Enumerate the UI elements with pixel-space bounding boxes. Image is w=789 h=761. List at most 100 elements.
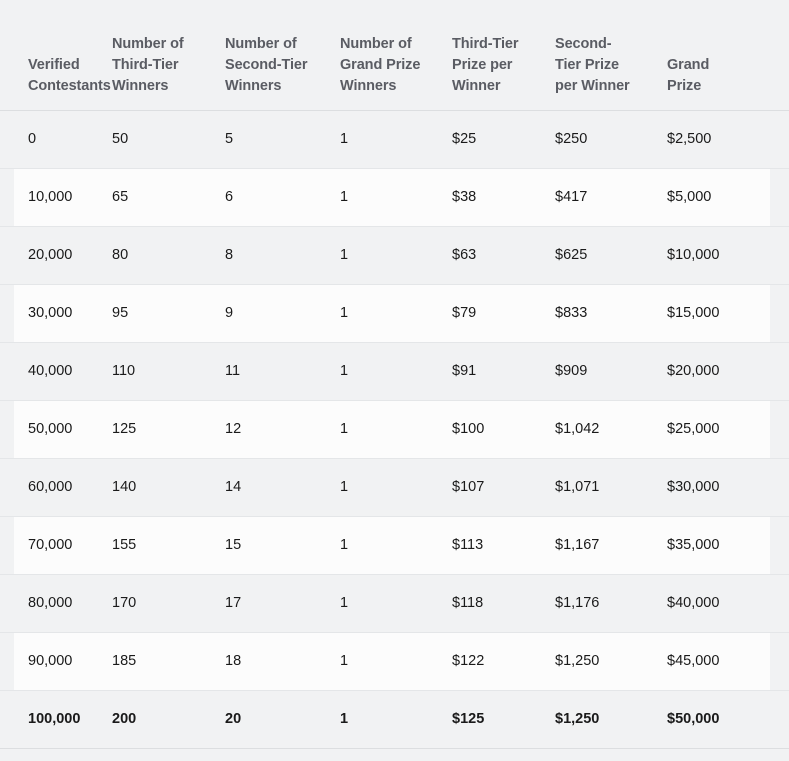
cell-second-tier-winners: 11 (225, 342, 340, 401)
cell-grand-prize: $2,500 (667, 110, 789, 169)
column-header-label: Second- Tier Prize per Winner (555, 35, 630, 94)
cell-grand-prize-winners: 1 (340, 400, 452, 459)
column-header-third-tier-winners: Number of Third-Tier Winners (112, 0, 225, 111)
cell-verified-contestants: 50,000 (0, 400, 112, 459)
cell-third-tier-prize-per-winner: $100 (452, 400, 555, 459)
cell-grand-prize-winners: 1 (340, 284, 452, 343)
column-header-label: Verified Contestants (28, 56, 111, 94)
cell-grand-prize-winners: 1 (340, 632, 452, 691)
cell-third-tier-prize-per-winner: $118 (452, 574, 555, 633)
cell-verified-contestants: 0 (0, 110, 112, 169)
cell-grand-prize: $35,000 (667, 516, 789, 575)
table-row: 0 50 5 1 $25 $250 $2,500 (0, 110, 789, 169)
cell-second-tier-winners: 9 (225, 284, 340, 343)
column-header-second-tier-winners: Number of Second-Tier Winners (225, 0, 340, 111)
cell-third-tier-winners: 140 (112, 458, 225, 517)
cell-second-tier-winners: 12 (225, 400, 340, 459)
cell-third-tier-prize-per-winner: $122 (452, 632, 555, 691)
cell-third-tier-winners: 200 (112, 690, 225, 749)
table-header-row: Verified Contestants Number of Third-Tie… (0, 0, 789, 111)
cell-second-tier-prize-per-winner: $833 (555, 284, 667, 343)
cell-grand-prize: $5,000 (667, 168, 789, 227)
cell-verified-contestants: 70,000 (0, 516, 112, 575)
cell-grand-prize: $30,000 (667, 458, 789, 517)
column-header-label: Number of Grand Prize Winners (340, 35, 421, 94)
cell-second-tier-prize-per-winner: $1,167 (555, 516, 667, 575)
table-row: 60,000 140 14 1 $107 $1,071 $30,000 (0, 458, 789, 517)
table-row: 80,000 170 17 1 $118 $1,176 $40,000 (0, 574, 789, 633)
cell-grand-prize-winners: 1 (340, 110, 452, 169)
cell-third-tier-winners: 170 (112, 574, 225, 633)
cell-third-tier-winners: 110 (112, 342, 225, 401)
cell-verified-contestants: 60,000 (0, 458, 112, 517)
table-row-total: 100,000 200 20 1 $125 $1,250 $50,000 (0, 690, 789, 749)
cell-verified-contestants: 20,000 (0, 226, 112, 285)
cell-second-tier-prize-per-winner: $1,250 (555, 690, 667, 749)
cell-third-tier-prize-per-winner: $79 (452, 284, 555, 343)
cell-verified-contestants: 10,000 (0, 168, 112, 227)
cell-grand-prize-winners: 1 (340, 168, 452, 227)
cell-second-tier-winners: 17 (225, 574, 340, 633)
cell-second-tier-winners: 5 (225, 110, 340, 169)
cell-second-tier-winners: 6 (225, 168, 340, 227)
cell-grand-prize: $50,000 (667, 690, 789, 749)
cell-third-tier-winners: 65 (112, 168, 225, 227)
cell-grand-prize: $25,000 (667, 400, 789, 459)
cell-second-tier-winners: 20 (225, 690, 340, 749)
column-header-label: Number of Third-Tier Winners (112, 35, 184, 94)
column-header-label: Grand Prize (667, 56, 710, 94)
cell-grand-prize: $10,000 (667, 226, 789, 285)
cell-verified-contestants: 40,000 (0, 342, 112, 401)
cell-second-tier-prize-per-winner: $1,250 (555, 632, 667, 691)
cell-third-tier-winners: 95 (112, 284, 225, 343)
cell-grand-prize-winners: 1 (340, 458, 452, 517)
cell-grand-prize: $40,000 (667, 574, 789, 633)
column-header-grand-prize-winners: Number of Grand Prize Winners (340, 0, 452, 111)
table-header: Verified Contestants Number of Third-Tie… (0, 0, 789, 111)
cell-third-tier-prize-per-winner: $25 (452, 110, 555, 169)
cell-second-tier-prize-per-winner: $1,071 (555, 458, 667, 517)
cell-third-tier-winners: 50 (112, 110, 225, 169)
cell-verified-contestants: 80,000 (0, 574, 112, 633)
cell-third-tier-prize-per-winner: $91 (452, 342, 555, 401)
column-header-label: Third-Tier Prize per Winner (452, 35, 519, 94)
table-row: 90,000 185 18 1 $122 $1,250 $45,000 (0, 632, 789, 691)
table-body: 0 50 5 1 $25 $250 $2,500 10,000 65 6 1 $38 $417 $5,00… (0, 110, 789, 749)
column-header-grand-prize: Grand Prize (667, 0, 789, 111)
cell-grand-prize-winners: 1 (340, 226, 452, 285)
column-header-second-tier-prize-per-winner: Second- Tier Prize per Winner (555, 0, 667, 111)
table-row: 20,000 80 8 1 $63 $625 $10,000 (0, 226, 789, 285)
cell-grand-prize: $45,000 (667, 632, 789, 691)
cell-second-tier-winners: 15 (225, 516, 340, 575)
cell-verified-contestants: 30,000 (0, 284, 112, 343)
table-row: 30,000 95 9 1 $79 $833 $15,000 (0, 284, 789, 343)
column-header-third-tier-prize-per-winner: Third-Tier Prize per Winner (452, 0, 555, 111)
cell-third-tier-prize-per-winner: $38 (452, 168, 555, 227)
column-header-label: Number of Second-Tier Winners (225, 35, 308, 94)
cell-grand-prize: $15,000 (667, 284, 789, 343)
cell-grand-prize: $20,000 (667, 342, 789, 401)
cell-grand-prize-winners: 1 (340, 690, 452, 749)
cell-third-tier-prize-per-winner: $107 (452, 458, 555, 517)
cell-second-tier-prize-per-winner: $625 (555, 226, 667, 285)
cell-third-tier-winners: 125 (112, 400, 225, 459)
cell-verified-contestants: 100,000 (0, 690, 112, 749)
prize-tier-table-container: Verified Contestants Number of Third-Tie… (0, 0, 789, 761)
column-header-verified-contestants: Verified Contestants (0, 0, 112, 111)
prize-tier-table: Verified Contestants Number of Third-Tie… (0, 0, 789, 749)
table-row: 70,000 155 15 1 $113 $1,167 $35,000 (0, 516, 789, 575)
cell-second-tier-prize-per-winner: $250 (555, 110, 667, 169)
cell-third-tier-prize-per-winner: $125 (452, 690, 555, 749)
table-row: 50,000 125 12 1 $100 $1,042 $25,000 (0, 400, 789, 459)
cell-second-tier-winners: 14 (225, 458, 340, 517)
cell-third-tier-winners: 185 (112, 632, 225, 691)
cell-grand-prize-winners: 1 (340, 516, 452, 575)
cell-grand-prize-winners: 1 (340, 342, 452, 401)
cell-third-tier-prize-per-winner: $113 (452, 516, 555, 575)
cell-second-tier-prize-per-winner: $1,042 (555, 400, 667, 459)
cell-grand-prize-winners: 1 (340, 574, 452, 633)
cell-verified-contestants: 90,000 (0, 632, 112, 691)
cell-second-tier-winners: 8 (225, 226, 340, 285)
cell-second-tier-prize-per-winner: $417 (555, 168, 667, 227)
cell-third-tier-winners: 80 (112, 226, 225, 285)
